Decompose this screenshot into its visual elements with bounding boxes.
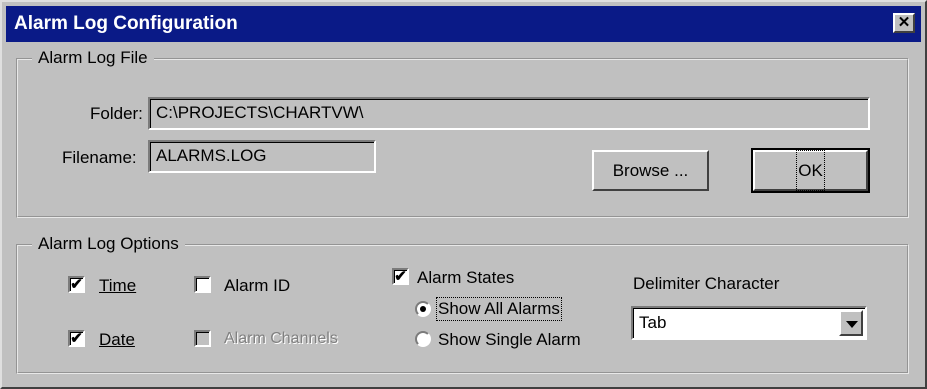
alarm-id-label[interactable]: Alarm ID: [224, 276, 290, 296]
delimiter-select-value: Tab: [639, 313, 667, 332]
show-single-alarm-label[interactable]: Show Single Alarm: [438, 330, 581, 350]
group-title-options: Alarm Log Options: [32, 234, 185, 254]
ok-button[interactable]: OK: [751, 148, 870, 193]
date-label[interactable]: Date: [99, 330, 135, 350]
filename-label: Filename:: [62, 148, 137, 167]
time-checkbox[interactable]: ✔: [68, 276, 85, 293]
time-label[interactable]: Time: [99, 276, 136, 296]
alarm-channels-label[interactable]: Alarm Channels: [224, 330, 338, 348]
folder-field[interactable]: C:\PROJECTS\CHARTVW\: [148, 97, 870, 130]
show-all-alarms-radio[interactable]: [415, 301, 431, 317]
browse-button[interactable]: Browse ...: [592, 150, 709, 191]
delimiter-label: Delimiter Character: [633, 274, 780, 293]
date-checkbox[interactable]: ✔: [68, 330, 85, 347]
check-icon: ✔: [70, 330, 83, 347]
alarm-log-file-group: Alarm Log File: [16, 48, 909, 218]
browse-button-label: Browse ...: [612, 161, 689, 180]
title-bar[interactable]: Alarm Log Configuration ✕: [6, 6, 921, 42]
filename-field[interactable]: ALARMS.LOG: [148, 140, 376, 173]
folder-label: Folder:: [90, 104, 143, 123]
check-icon: ✔: [394, 268, 407, 285]
close-icon[interactable]: ✕: [893, 13, 915, 33]
delimiter-select[interactable]: Tab: [631, 306, 867, 340]
ok-button-label: OK: [796, 150, 825, 191]
alarm-states-label[interactable]: Alarm States: [417, 268, 514, 288]
window-title: Alarm Log Configuration: [14, 13, 238, 34]
chevron-down-icon[interactable]: [839, 310, 863, 336]
alarm-channels-checkbox[interactable]: [194, 330, 211, 347]
alarm-id-checkbox[interactable]: [194, 276, 211, 293]
alarm-states-checkbox[interactable]: ✔: [392, 268, 409, 285]
show-single-alarm-radio[interactable]: [415, 331, 431, 347]
show-all-alarms-label[interactable]: Show All Alarms: [436, 297, 562, 321]
alarm-log-config-dialog: Alarm Log Configuration ✕ Alarm Log File…: [0, 0, 927, 389]
group-title-file: Alarm Log File: [32, 48, 154, 68]
radio-selected-dot: [420, 306, 426, 312]
check-icon: ✔: [70, 276, 83, 293]
